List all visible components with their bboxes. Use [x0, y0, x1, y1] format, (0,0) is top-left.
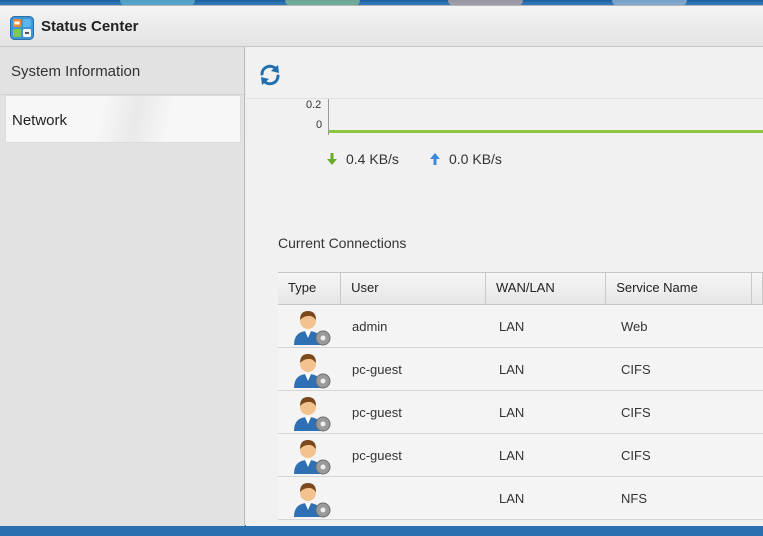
title-bar: Status Center	[0, 6, 763, 47]
user-cell	[342, 477, 489, 519]
download-arrow-icon	[327, 153, 337, 165]
bandwidth-chart: 0.2 0	[246, 99, 763, 145]
connections-table: Type User WAN/LAN Service Name admin LAN…	[278, 272, 763, 520]
type-cell	[278, 434, 342, 476]
table-row[interactable]: pc-guest LAN CIFS	[278, 348, 763, 391]
y-tick-label: 0	[316, 119, 323, 131]
sidebar: System Information Network	[0, 47, 245, 526]
table-header: Type User WAN/LAN Service Name	[278, 272, 763, 305]
sidebar-item-label: System Information	[11, 63, 141, 80]
table-row[interactable]: LAN NFS	[278, 477, 763, 520]
wanlan-cell: LAN	[499, 491, 525, 506]
type-cell	[278, 477, 342, 519]
wanlan-cell: LAN	[499, 448, 525, 463]
upload-arrow-icon	[430, 153, 440, 165]
service-name-cell: Web	[621, 319, 648, 334]
upload-speed-value: 0.0 KB/s	[449, 151, 502, 167]
user-connection-icon	[294, 483, 331, 518]
toolbar	[246, 47, 763, 99]
user-connection-icon	[294, 311, 331, 346]
series-line	[329, 130, 763, 133]
y-tick-label: 0.2	[306, 99, 322, 111]
wanlan-cell: LAN	[499, 362, 525, 377]
table-row[interactable]: admin LAN Web	[278, 305, 763, 348]
service-name-cell: CIFS	[621, 405, 651, 420]
sidebar-item-label: Network	[12, 112, 68, 129]
upload-speed: 0.0 KB/s	[429, 151, 502, 167]
user-cell: pc-guest	[352, 405, 402, 420]
refresh-icon[interactable]	[258, 63, 282, 87]
type-cell	[278, 305, 342, 347]
type-cell	[278, 391, 342, 433]
user-cell: pc-guest	[352, 362, 402, 377]
main-panel: 0.2 0 0.4 KB/s 0.0 KB/s Current Connecti…	[246, 47, 763, 526]
column-header-type[interactable]: Type	[278, 273, 342, 304]
user-cell: pc-guest	[352, 448, 402, 463]
service-name-cell: CIFS	[621, 362, 651, 377]
table-row[interactable]: pc-guest LAN CIFS	[278, 434, 763, 477]
wanlan-cell: LAN	[499, 405, 525, 420]
column-header-user[interactable]: User	[341, 273, 486, 304]
service-name-cell: NFS	[621, 491, 647, 506]
user-connection-icon	[294, 397, 331, 432]
status-center-window: Status Center System Information Network…	[0, 5, 763, 526]
table-body: admin LAN Web pc-guest LAN CIFS pc-guest…	[278, 305, 763, 520]
download-speed-value: 0.4 KB/s	[346, 151, 399, 167]
sidebar-item-network[interactable]: Network	[5, 95, 241, 143]
type-cell	[278, 348, 342, 390]
status-center-icon	[10, 16, 34, 40]
sidebar-item-system-information[interactable]: System Information	[0, 47, 244, 95]
table-row[interactable]: pc-guest LAN CIFS	[278, 391, 763, 434]
user-connection-icon	[294, 354, 331, 389]
download-speed: 0.4 KB/s	[326, 151, 399, 167]
column-header-wanlan[interactable]: WAN/LAN	[486, 273, 607, 304]
column-header-extra	[752, 273, 763, 304]
window-title: Status Center	[41, 18, 139, 35]
section-title-current-connections: Current Connections	[278, 235, 407, 251]
service-name-cell: CIFS	[621, 448, 651, 463]
user-cell: admin	[352, 319, 388, 334]
wanlan-cell: LAN	[499, 319, 525, 334]
user-connection-icon	[294, 440, 331, 475]
column-header-service-name[interactable]: Service Name	[606, 273, 753, 304]
